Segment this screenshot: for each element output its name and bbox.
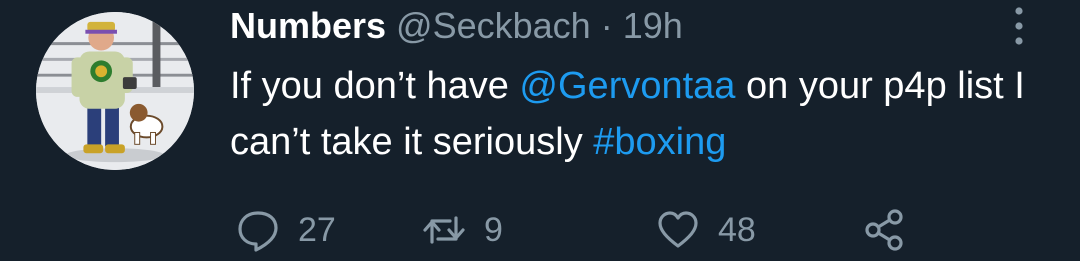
like-count: 48 (718, 210, 756, 249)
avatar[interactable] (36, 12, 194, 170)
hashtag-link[interactable]: #boxing (593, 121, 726, 163)
reply-icon (238, 211, 278, 252)
more-options-button[interactable] (1004, 4, 1034, 48)
retweet-button[interactable]: 9 (422, 206, 503, 254)
tweet-header: Numbers @Seckbach · 19h (230, 2, 683, 50)
tweet-actions: 27 9 48 (236, 206, 936, 254)
avatar-illustration (36, 12, 194, 170)
like-button[interactable]: 48 (656, 206, 756, 254)
more-vertical-icon (1015, 7, 1023, 45)
header-separator: · (600, 5, 613, 46)
mention-link[interactable]: @Gervontaa (519, 65, 735, 107)
retweet-icon (423, 216, 465, 244)
share-icon (865, 209, 903, 251)
retweet-count: 9 (484, 210, 503, 249)
author-name[interactable]: Numbers (230, 5, 386, 47)
tweet-text: If you don’t have @Gervontaa on your p4p… (230, 58, 1030, 170)
reply-button[interactable]: 27 (236, 206, 336, 254)
tweet[interactable]: Numbers @Seckbach · 19h If you don’t hav… (0, 0, 1080, 261)
heart-icon (658, 211, 698, 248)
author-handle[interactable]: @Seckbach (396, 5, 591, 47)
reply-count: 27 (298, 210, 336, 249)
tweet-text-part: If you don’t have (230, 65, 520, 107)
tweet-timestamp[interactable]: 19h (623, 5, 683, 47)
share-button[interactable] (862, 206, 906, 254)
